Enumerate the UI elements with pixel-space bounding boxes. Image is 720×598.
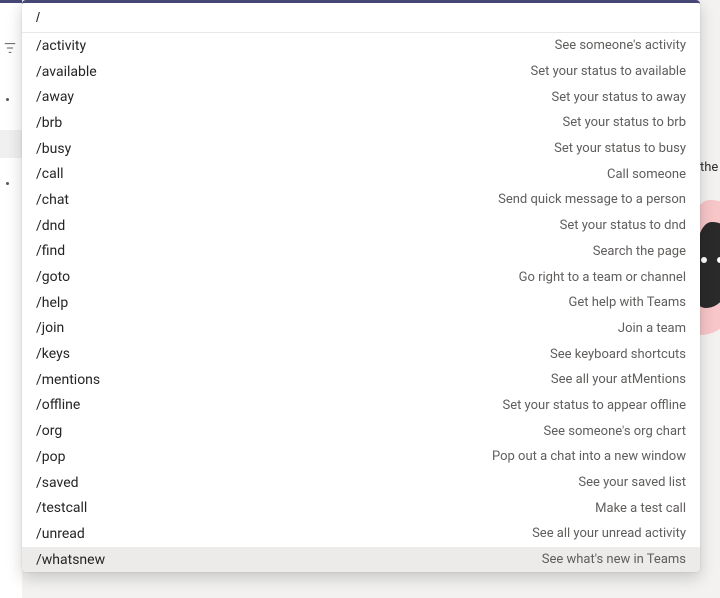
command-item[interactable]: /dnd Set your status to dnd — [22, 213, 700, 239]
command-item[interactable]: /saved See your saved list — [22, 470, 700, 496]
command-description: See your saved list — [578, 475, 686, 490]
command-description: See what's new in Teams — [542, 552, 686, 567]
command-description: Make a test call — [595, 501, 686, 516]
command-description: Set your status to busy — [554, 141, 686, 156]
command-list: /activity See someone's activity/availabl… — [22, 33, 700, 572]
title-bar-fragment — [0, 0, 22, 3]
command-name: /whatsnew — [36, 552, 105, 568]
command-item[interactable]: /org See someone's org chart — [22, 418, 700, 444]
command-item[interactable]: /join Join a team — [22, 316, 700, 342]
command-name: /keys — [36, 346, 70, 362]
command-name: /chat — [36, 192, 69, 208]
command-description: Send quick message to a person — [498, 192, 686, 207]
command-name: /unread — [36, 526, 85, 542]
command-item[interactable]: /unread See all your unread activity — [22, 521, 700, 547]
command-name: /pop — [36, 449, 65, 465]
command-name: /brb — [36, 115, 62, 131]
overflow-dot — [6, 182, 9, 185]
command-description: Call someone — [607, 167, 686, 182]
command-dropdown-panel: /activity See someone's activity/availabl… — [22, 0, 700, 572]
command-name: /busy — [36, 141, 71, 157]
command-description: Pop out a chat into a new window — [492, 449, 686, 464]
command-item[interactable]: /available Set your status to available — [22, 59, 700, 85]
command-item[interactable]: /keys See keyboard shortcuts — [22, 341, 700, 367]
command-name: /goto — [36, 269, 70, 285]
command-description: See all your atMentions — [551, 372, 686, 387]
command-description: Set your status to away — [552, 90, 686, 105]
selected-row-fragment — [0, 130, 22, 158]
command-search-input[interactable] — [22, 3, 700, 32]
command-description: Search the page — [593, 244, 686, 259]
command-item[interactable]: /goto Go right to a team or channel — [22, 264, 700, 290]
command-name: /activity — [36, 38, 86, 54]
command-description: Set your status to appear offline — [502, 398, 686, 413]
command-name: /join — [36, 320, 64, 336]
command-description: Set your status to available — [530, 64, 686, 79]
command-name: /find — [36, 243, 65, 259]
overflow-dot — [6, 98, 9, 101]
command-description: See someone's org chart — [544, 424, 686, 439]
command-item[interactable]: /mentions See all your atMentions — [22, 367, 700, 393]
command-item[interactable]: /help Get help with Teams — [22, 290, 700, 316]
command-item[interactable]: /away Set your status to away — [22, 84, 700, 110]
command-name: /away — [36, 89, 74, 105]
command-item[interactable]: /testcall Make a test call — [22, 495, 700, 521]
command-item[interactable]: /busy Set your status to busy — [22, 136, 700, 162]
command-description: Go right to a team or channel — [519, 270, 686, 285]
command-name: /call — [36, 166, 64, 182]
command-name: /offline — [36, 397, 80, 413]
command-description: See keyboard shortcuts — [550, 347, 686, 362]
command-name: /saved — [36, 475, 79, 491]
command-item[interactable]: /brb Set your status to brb — [22, 110, 700, 136]
command-description: Get help with Teams — [569, 295, 686, 310]
background-text-fragment: the — [700, 160, 718, 175]
command-name: /dnd — [36, 218, 65, 234]
command-item[interactable]: /find Search the page — [22, 239, 700, 265]
left-app-sliver — [0, 0, 22, 598]
command-description: Set your status to dnd — [560, 218, 686, 233]
app-stage: the /activity See someone's activity/avai… — [0, 0, 720, 598]
command-description: Set your status to brb — [562, 115, 686, 130]
command-description: Join a team — [618, 321, 686, 336]
filter-icon[interactable] — [3, 40, 17, 54]
command-description: See all your unread activity — [532, 526, 686, 541]
command-item[interactable]: /call Call someone — [22, 161, 700, 187]
command-description: See someone's activity — [555, 38, 686, 53]
command-item[interactable]: /offline Set your status to appear offlin… — [22, 393, 700, 419]
command-name: /testcall — [36, 500, 87, 516]
command-item[interactable]: /activity See someone's activity — [22, 33, 700, 59]
command-item[interactable]: /pop Pop out a chat into a new window — [22, 444, 700, 470]
command-item[interactable]: /whatsnew See what's new in Teams — [22, 547, 700, 573]
command-name: /org — [36, 423, 62, 439]
command-name: /mentions — [36, 372, 100, 388]
command-name: /available — [36, 64, 97, 80]
command-item[interactable]: /chat Send quick message to a person — [22, 187, 700, 213]
command-name: /help — [36, 295, 68, 311]
